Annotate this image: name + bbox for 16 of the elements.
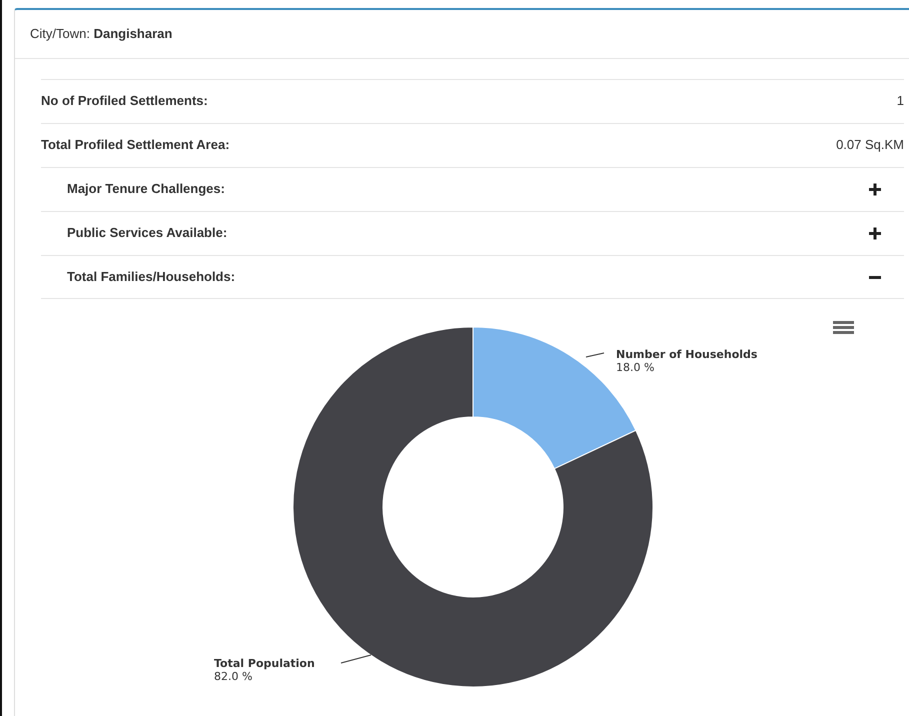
- leader-line: [340, 654, 372, 663]
- menu-icon[interactable]: [833, 320, 854, 334]
- slice-value: 82.0 %: [214, 670, 252, 682]
- leader-line: [586, 352, 604, 357]
- stat-value: 1: [896, 92, 904, 110]
- section-title[interactable]: Total Families/Households:: [67, 266, 236, 286]
- city-name: Dangisharan: [94, 26, 172, 41]
- stat-label: Total Profiled Settlement Area:: [41, 136, 230, 154]
- slice-label: Number of Households: [616, 348, 758, 360]
- slice-label: Total Population: [214, 656, 315, 670]
- city-label: City/Town:: [30, 26, 90, 41]
- section-title[interactable]: Public Services Available:: [67, 223, 228, 243]
- stat-label: No of Profiled Settlements:: [41, 92, 208, 110]
- stat-value: 0.07 Sq.KM: [836, 136, 904, 154]
- section-title[interactable]: Major Tenure Challenges:: [67, 179, 225, 199]
- slice-value: 18.0 %: [616, 360, 654, 374]
